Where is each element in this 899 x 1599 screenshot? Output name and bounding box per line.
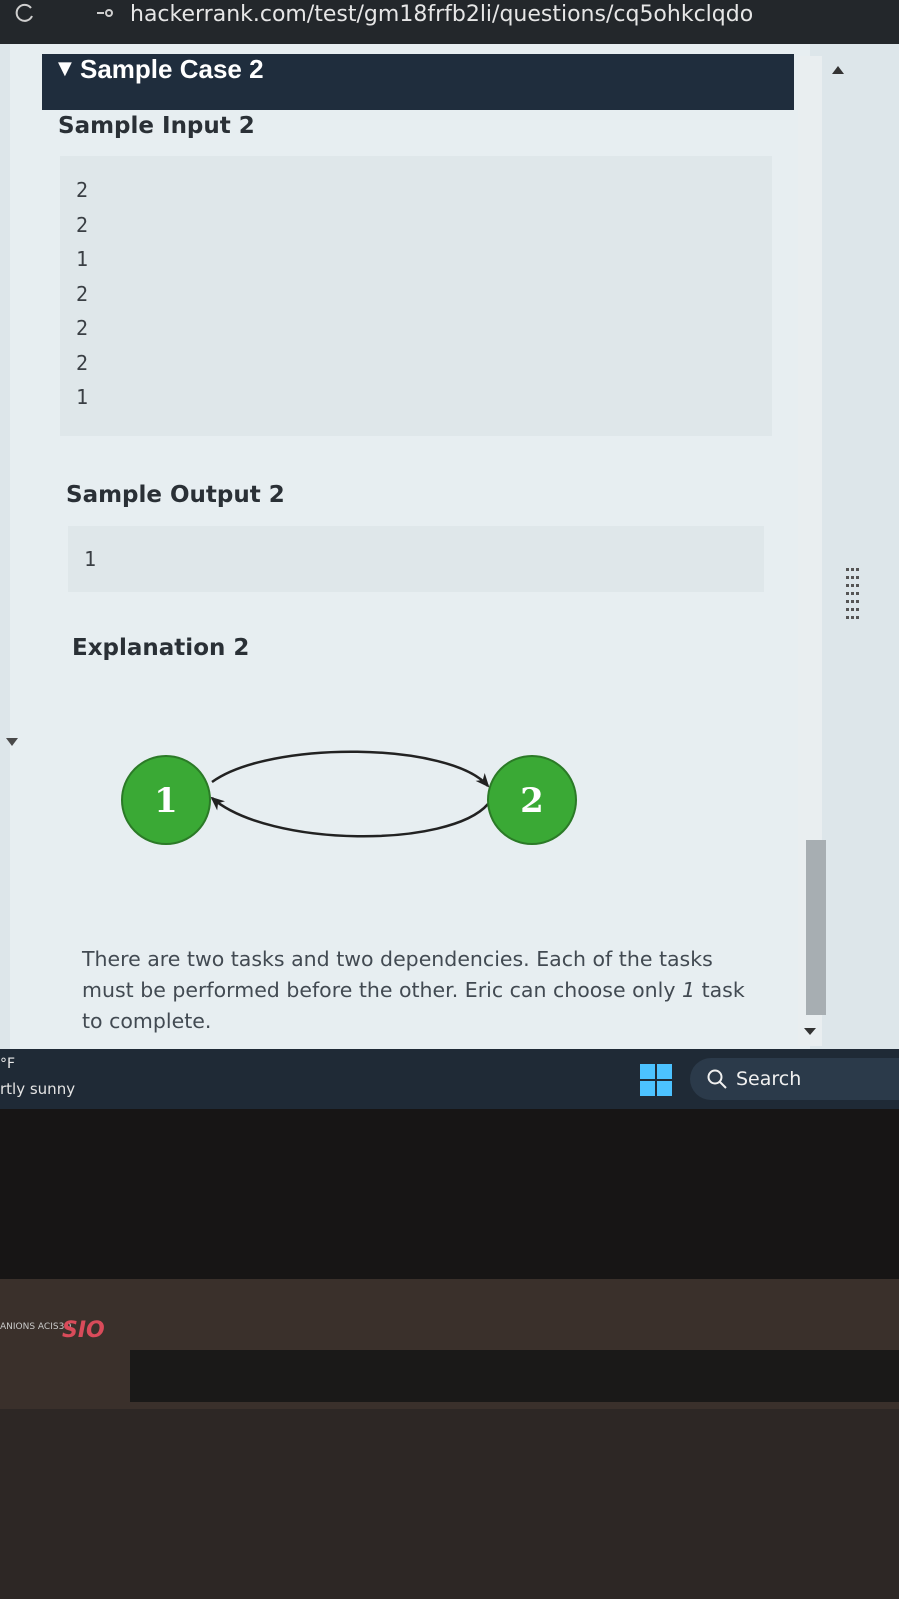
scroll-up-arrow-icon[interactable] (832, 66, 844, 74)
laptop-brand-logo: SIO (62, 1318, 105, 1343)
code-line: 2 (76, 350, 89, 375)
edge-1-to-2 (211, 750, 490, 788)
laptop-bezel (0, 1109, 899, 1279)
explanation-italic-number: 1 (682, 978, 696, 1002)
explanation-text: There are two tasks and two dependencies… (82, 944, 762, 1037)
code-line: 1 (76, 247, 89, 271)
drag-handle-icon[interactable] (842, 566, 862, 626)
graph-node-2-label: 2 (520, 781, 544, 821)
sample-case-title[interactable]: Sample Case 2 (80, 52, 264, 86)
reload-icon[interactable] (14, 2, 36, 24)
code-line: 1 (84, 547, 97, 571)
explanation-text-part1: There are two tasks and two dependencies… (82, 947, 713, 1002)
expand-triangle-icon[interactable]: ▼ (58, 56, 72, 82)
search-label[interactable]: Search (736, 1066, 801, 1092)
search-icon (707, 1069, 727, 1089)
site-info-icon[interactable] (96, 6, 114, 20)
weather-condition[interactable]: rtly sunny (0, 1080, 75, 1098)
url-text[interactable]: hackerrank.com/test/gm18frfb2li/question… (130, 0, 753, 30)
sample-input-box (60, 156, 772, 436)
sample-output-box (68, 526, 764, 592)
code-line: 2 (76, 316, 89, 340)
scroll-down-arrow-icon[interactable] (804, 1028, 816, 1035)
windows-start-icon[interactable] (640, 1064, 672, 1096)
edge-2-to-1 (210, 796, 489, 838)
laptop-hinge-shadow (130, 1350, 899, 1402)
collapse-arrow-icon[interactable] (6, 738, 18, 746)
explanation-label: Explanation 2 (72, 635, 250, 661)
code-line: 2 (76, 281, 89, 306)
code-line: 2 (76, 178, 89, 202)
weather-temperature[interactable]: °F (0, 1055, 15, 1073)
sample-input-label: Sample Input 2 (58, 113, 255, 139)
laptop-brand-small-text: ANIONS ACIS3O (0, 1322, 72, 1332)
dependency-graph: 1 2 (121, 750, 577, 845)
graph-node-1-label: 1 (154, 781, 178, 821)
code-line: 2 (76, 212, 89, 237)
sample-output-label: Sample Output 2 (66, 482, 285, 508)
code-line: 1 (76, 385, 89, 409)
scrollbar-thumb[interactable] (806, 840, 826, 1015)
laptop-keyboard-deck (0, 1409, 899, 1599)
